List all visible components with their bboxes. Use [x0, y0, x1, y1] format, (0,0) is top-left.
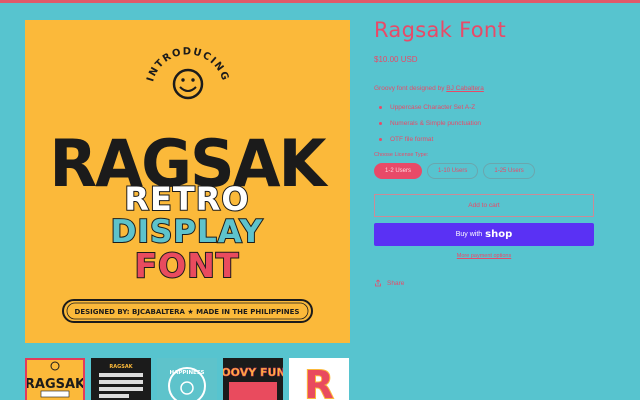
thumbnail-1-label: RAGSAK [25, 377, 85, 392]
share-label: Share [387, 279, 405, 287]
designer-link[interactable]: BJ Cabaltera [446, 85, 484, 92]
thumbnail-5[interactable]: R [289, 358, 349, 400]
feature-item: OTF file format [379, 136, 604, 143]
thumbnail-4-label: GROOVY FUNKY [223, 366, 283, 379]
share-icon [375, 279, 381, 287]
more-payment-options-link[interactable]: More payment options [374, 253, 594, 259]
feature-item: Numerals & Simple punctuation [379, 120, 604, 127]
artwork-footer-text: DESIGNED BY: BJCABALTERA ★ MADE IN THE P… [75, 308, 300, 316]
smiley-icon [172, 68, 204, 100]
product-price: $10.00 USD [374, 55, 418, 64]
buy-with-label: Buy with [455, 231, 483, 238]
add-to-cart-button[interactable]: Add to cart [374, 194, 594, 217]
thumbnail-3-label: HAPPINESS [169, 370, 204, 376]
artwork-svg: INTRODUCING RAGSAK RETRO DISPLAY FONT DE… [25, 20, 350, 343]
share-button[interactable]: Share [374, 279, 604, 287]
shop-logo: shop [485, 229, 513, 240]
thumbnail-5-label: R [304, 363, 333, 400]
product-info: Ragsak Font $10.00 USD Groovy font desig… [374, 18, 604, 287]
artwork-line-font: FONT [135, 246, 240, 285]
license-option-1-2[interactable]: 1-2 Users [374, 163, 423, 179]
feature-item: Uppercase Character Set A-Z [379, 104, 604, 111]
feature-list: Uppercase Character Set A-Z Numerals & S… [374, 104, 604, 143]
description-text: Groovy font designed by [374, 85, 447, 92]
thumbnail-3[interactable]: HAPPINESS [157, 358, 217, 400]
product-description: Groovy font designed by BJ Cabaltera [374, 85, 604, 92]
license-option-label: Choose License Type: [374, 152, 429, 158]
thumbnail-strip: RAGSAK RAGSAK HAPPINESS GROOVY FUNKY R [25, 358, 349, 400]
product-title: Ragsak Font [374, 18, 506, 42]
license-options: 1-2 Users 1-10 Users 1-25 Users [374, 163, 604, 179]
thumbnail-1[interactable]: RAGSAK [25, 358, 85, 400]
thumbnail-2[interactable]: RAGSAK [91, 358, 151, 400]
buy-with-shop-button[interactable]: Buy with shop [374, 223, 594, 246]
thumbnail-4[interactable]: GROOVY FUNKY [223, 358, 283, 400]
artwork-line-display: DISPLAY [111, 214, 264, 250]
license-option-1-25[interactable]: 1-25 Users [483, 163, 535, 179]
artwork-line-retro: RETRO [124, 180, 249, 218]
product-main-image[interactable]: INTRODUCING RAGSAK RETRO DISPLAY FONT DE… [25, 20, 350, 343]
thumbnail-2-label: RAGSAK [109, 364, 133, 370]
license-option-1-10[interactable]: 1-10 Users [427, 163, 479, 179]
top-accent-bar [0, 0, 640, 3]
